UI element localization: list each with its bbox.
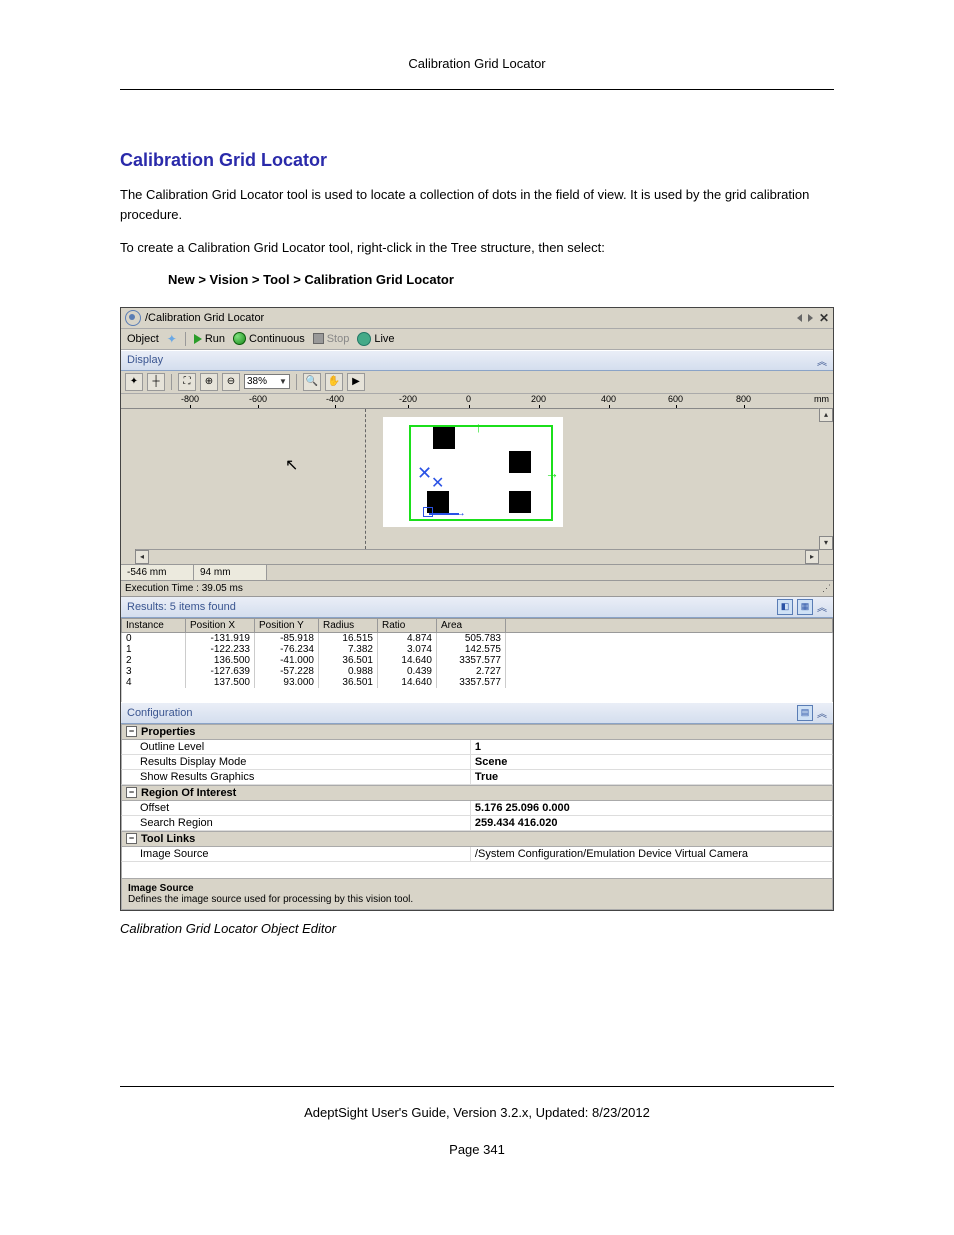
scroll-left-icon[interactable]: ◂ (135, 550, 149, 564)
collapse-icon[interactable]: ︽ (817, 599, 827, 615)
pan-icon[interactable]: ✋ (325, 373, 343, 391)
ruler-vertical (121, 408, 136, 550)
footer-guide: AdeptSight User's Guide, Version 3.2.x, … (120, 1105, 834, 1120)
collapse-icon[interactable]: − (126, 833, 137, 844)
wand-icon[interactable]: ✦ (167, 332, 177, 346)
run-button[interactable]: Run (194, 333, 225, 345)
continuous-icon (233, 332, 246, 345)
section-title: Calibration Grid Locator (120, 150, 834, 171)
property-row[interactable]: Results Display ModeScene (121, 755, 833, 770)
collapse-icon[interactable]: − (126, 726, 137, 737)
property-help: Image Source Defines the image source us… (121, 879, 833, 910)
vertical-scrollbar[interactable]: ▴ ▾ (818, 408, 833, 550)
canvas-area: -800 -600 -400 -200 0 200 400 600 800 mm… (121, 394, 833, 564)
window-title: /Calibration Grid Locator (145, 312, 264, 324)
collapse-icon[interactable]: ︽ (817, 705, 827, 721)
tools-icon[interactable]: ✦ (125, 373, 143, 391)
results-table: Instance Position X Position Y Radius Ra… (121, 618, 833, 702)
horizontal-scrollbar[interactable]: ◂ ▸ (135, 549, 819, 564)
scroll-down-icon[interactable]: ▾ (819, 536, 833, 550)
live-icon (357, 332, 371, 346)
calibration-dot (433, 427, 455, 449)
pointer-icon[interactable]: ▶ (347, 373, 365, 391)
header-rule (120, 89, 834, 90)
close-icon[interactable]: ✕ (819, 311, 829, 325)
display-label: Display (127, 354, 163, 366)
results-view-icon[interactable]: ◧ (777, 599, 793, 615)
vision-canvas[interactable]: ↑ → ✕ ✕ → ↖ (135, 409, 819, 549)
calibration-dot (509, 491, 531, 513)
category-properties[interactable]: −Properties (121, 724, 833, 740)
cursor-y: 94 mm (194, 565, 267, 580)
footer-rule (120, 1086, 834, 1087)
zoom-toolbar: ✦ ┼ ⛶ ⊕ ⊖ 38%▼ 🔍 ✋ ▶ (121, 371, 833, 394)
scroll-right-icon[interactable]: ▸ (805, 550, 819, 564)
table-row[interactable]: 0-131.919-85.91816.5154.874505.783 (122, 632, 833, 644)
category-tool-links[interactable]: −Tool Links (121, 831, 833, 847)
configuration-label: Configuration (127, 707, 192, 719)
property-row[interactable]: Show Results GraphicsTrue (121, 770, 833, 785)
results-panel-header[interactable]: Results: 5 items found ◧ ▦ ︽ (121, 597, 833, 618)
cursor-x: -546 mm (121, 565, 194, 580)
config-view-icon[interactable]: ▤ (797, 705, 813, 721)
status-bar: -546 mm 94 mm (121, 564, 833, 581)
cursor-icon: ↖ (285, 455, 298, 475)
instruction-paragraph: To create a Calibration Grid Locator too… (120, 238, 834, 258)
property-row[interactable]: Outline Level1 (121, 740, 833, 755)
object-editor-window: /Calibration Grid Locator ✕ Object ✦ Run… (120, 307, 834, 911)
results-grid-icon[interactable]: ▦ (797, 599, 813, 615)
tool-icon (125, 310, 141, 326)
display-panel-header[interactable]: Display ︽ (121, 350, 833, 371)
roi-arrow-up-icon: ↑ (475, 419, 482, 435)
continuous-button[interactable]: Continuous (233, 332, 305, 345)
grip-icon: ⋰ (822, 583, 829, 594)
collapse-icon[interactable]: ︽ (817, 353, 827, 368)
table-row[interactable]: 4137.50093.00036.50114.6403357.577 (122, 677, 833, 688)
results-label: Results: 5 items found (127, 601, 236, 613)
camera-image: ↑ → ✕ ✕ → (383, 417, 563, 527)
zoom-fit-icon[interactable]: ⛶ (178, 373, 196, 391)
object-menu[interactable]: Object (127, 333, 159, 345)
category-roi[interactable]: −Region Of Interest (121, 785, 833, 801)
ruler-horizontal: -800 -600 -400 -200 0 200 400 600 800 mm (121, 394, 833, 409)
intro-paragraph: The Calibration Grid Locator tool is use… (120, 185, 834, 224)
footer-page: Page 341 (120, 1142, 834, 1157)
zoom-select[interactable]: 38%▼ (244, 374, 290, 389)
table-row[interactable]: 2136.500-41.00036.50114.6403357.577 (122, 655, 833, 666)
table-row[interactable]: 3-127.639-57.2280.9880.4392.727 (122, 666, 833, 677)
property-row[interactable]: Search Region259.434 416.020 (121, 816, 833, 831)
figure-caption: Calibration Grid Locator Object Editor (120, 921, 834, 936)
running-header: Calibration Grid Locator (120, 56, 834, 71)
crosshair-icon[interactable]: ┼ (147, 373, 165, 391)
play-icon (194, 334, 202, 344)
table-row[interactable]: 1-122.233-76.2347.3823.074142.575 (122, 644, 833, 655)
axis-arrow-icon: → (455, 507, 466, 519)
roi-arrow-right-icon: → (545, 465, 559, 481)
calibration-dot (509, 451, 531, 473)
property-row[interactable]: Image Source/System Configuration/Emulat… (121, 847, 833, 862)
zoom-in-icon[interactable]: ⊕ (200, 373, 218, 391)
stop-button[interactable]: Stop (313, 333, 350, 345)
origin-marker-icon: ✕ (417, 463, 432, 484)
origin-square (423, 507, 433, 517)
object-toolbar: Object ✦ Run Continuous Stop Live (121, 329, 833, 350)
zoom-icon[interactable]: 🔍 (303, 373, 321, 391)
scroll-up-icon[interactable]: ▴ (819, 408, 833, 422)
execution-time-row: Execution Time : 39.05 ms ⋰ (121, 581, 833, 597)
collapse-icon[interactable]: − (126, 787, 137, 798)
menu-path: New > Vision > Tool > Calibration Grid L… (168, 272, 834, 287)
property-row[interactable]: Offset5.176 25.096 0.000 (121, 801, 833, 816)
configuration-panel-header[interactable]: Configuration ▤ ︽ (121, 702, 833, 724)
live-button[interactable]: Live (357, 332, 394, 346)
zoom-out-icon[interactable]: ⊖ (222, 373, 240, 391)
window-titlebar: /Calibration Grid Locator ✕ (121, 308, 833, 329)
property-grid: −Properties Outline Level1Results Displa… (121, 724, 833, 910)
stop-icon (313, 333, 324, 344)
prev-tab-icon[interactable] (797, 314, 802, 322)
next-tab-icon[interactable] (808, 314, 813, 322)
origin-marker-icon: ✕ (431, 473, 444, 493)
